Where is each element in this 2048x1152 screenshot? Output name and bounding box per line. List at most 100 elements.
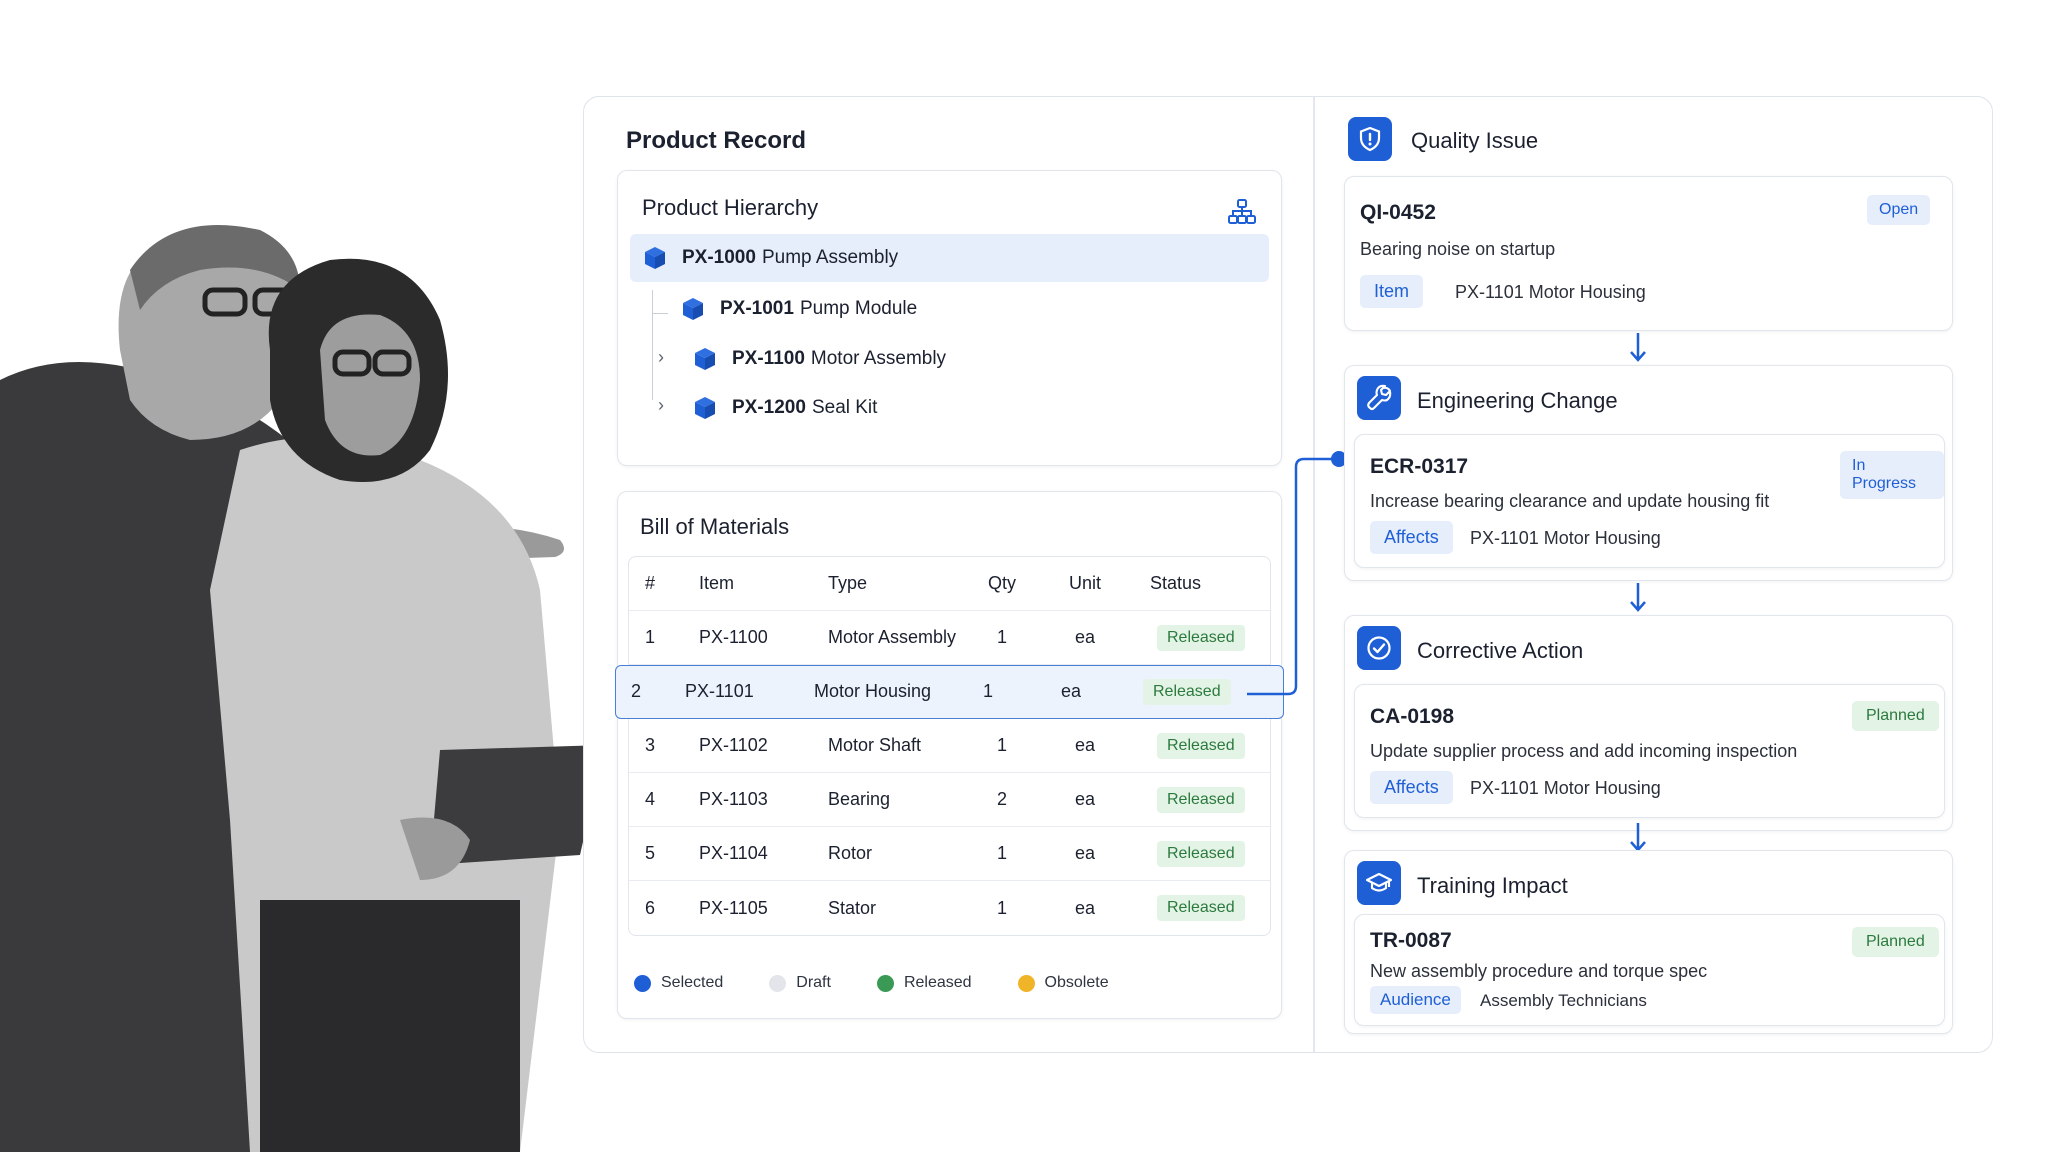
cell-unit: ea: [1074, 627, 1096, 647]
cube-icon: [695, 397, 715, 419]
product-hierarchy-title: Product Hierarchy: [642, 195, 819, 220]
engineering-change-section: Engineering Change ECR-0317 In Progress …: [1344, 365, 1953, 581]
status-badge: Released: [1157, 732, 1245, 759]
col-header-status[interactable]: Status: [1150, 573, 1201, 594]
legend-label: Obsolete: [1044, 974, 1109, 991]
col-header-qty[interactable]: Qty: [987, 573, 1017, 594]
graduation-cap-icon: [1357, 861, 1401, 905]
status-badge-planned: Planned: [1852, 701, 1939, 731]
shield-alert-icon: [1348, 117, 1392, 161]
engineering-change-title: Engineering Change: [1417, 388, 1618, 413]
cell-type: Motor Assembly: [828, 627, 957, 647]
cell-item: PX-1102: [699, 735, 768, 755]
cell-item: PX-1100: [699, 627, 768, 647]
status-badge-planned: Planned: [1852, 927, 1939, 957]
tree-guide-line: [652, 290, 653, 400]
cell-qty: 1: [996, 843, 1007, 863]
cell-qty: 1: [982, 681, 993, 701]
legend-dot: [769, 974, 787, 992]
hierarchy-icon[interactable]: [1228, 199, 1256, 225]
people-photo: [0, 120, 610, 1152]
training-impact-card[interactable]: TR-0087 Planned New assembly procedure a…: [1354, 914, 1945, 1026]
tree-item-code: PX-1200: [732, 397, 806, 418]
col-header-type[interactable]: Type: [828, 573, 867, 594]
tree-item-name: Motor Assembly: [810, 348, 947, 369]
engineering-change-card[interactable]: ECR-0317 In Progress Increase bearing cl…: [1354, 434, 1945, 568]
legend-item-obsolete: Obsolete: [1017, 974, 1109, 992]
legend-item-released: Released: [876, 974, 972, 992]
tree-item-px-1001[interactable]: PX-1001 Pump Module: [680, 285, 917, 333]
status-legend: Selected Draft Released Obsolete: [634, 974, 1155, 992]
status-badge: Released: [1157, 624, 1245, 651]
cell-num: 1: [645, 627, 656, 647]
affects-tag: Affects: [1370, 771, 1453, 804]
cell-unit: ea: [1074, 789, 1096, 809]
cell-type: Motor Housing: [814, 681, 932, 701]
arrow-down-icon: [1630, 823, 1646, 852]
status-badge: Released: [1157, 895, 1245, 921]
col-header-num[interactable]: #: [645, 573, 655, 594]
cell-type: Motor Shaft: [828, 735, 922, 755]
legend-label: Draft: [796, 974, 831, 991]
training-impact-code: TR-0087: [1370, 929, 1452, 952]
cell-qty: 2: [996, 789, 1007, 809]
cell-unit: ea: [1074, 897, 1096, 918]
tree-guide-line: [652, 313, 668, 314]
item-tag-value: PX-1101 Motor Housing: [1455, 282, 1646, 302]
training-impact-section: Training Impact TR-0087 Planned New asse…: [1344, 850, 1953, 1034]
col-header-item[interactable]: Item: [699, 573, 734, 594]
bom-header-row: # Item Type Qty Unit Status: [629, 557, 1270, 611]
table-row[interactable]: 5 PX-1104 Rotor 1 ea Released: [629, 827, 1270, 881]
tree-item-code: PX-1001: [720, 298, 794, 319]
col-header-unit[interactable]: Unit: [1065, 573, 1105, 594]
cell-item: PX-1104: [699, 843, 768, 863]
table-row[interactable]: 1 PX-1100 Motor Assembly 1 ea Released: [629, 611, 1270, 665]
column-divider: [1313, 97, 1315, 1052]
tree-item-px-1200[interactable]: PX-1200 Seal Kit: [692, 384, 877, 432]
cell-num: 6: [645, 897, 656, 918]
table-row[interactable]: 3 PX-1102 Motor Shaft 1 ea Released: [629, 719, 1270, 773]
table-row-selected[interactable]: 2 PX-1101 Motor Housing 1 ea Released: [615, 665, 1284, 719]
cell-num: 5: [645, 843, 656, 863]
wrench-icon: [1357, 376, 1401, 420]
quality-issue-title: Quality Issue: [1411, 128, 1539, 153]
legend-label: Released: [903, 974, 972, 991]
training-impact-title: Training Impact: [1417, 873, 1568, 898]
cell-type: Bearing: [828, 789, 891, 809]
cell-qty: 1: [996, 627, 1007, 647]
cell-type: Rotor: [828, 843, 873, 863]
corrective-action-description: Update supplier process and add incoming…: [1370, 741, 1798, 761]
affects-tag-value: PX-1101 Motor Housing: [1470, 778, 1661, 798]
legend-item-selected: Selected: [634, 974, 723, 992]
table-row[interactable]: 4 PX-1103 Bearing 2 ea Released: [629, 773, 1270, 827]
quality-issue-card[interactable]: QI-0452 Open Bearing noise on startup It…: [1344, 176, 1953, 331]
arrow-down-icon: [1630, 333, 1646, 362]
chevron-right-icon[interactable]: ›: [658, 347, 664, 368]
status-badge-in-progress: In Progress: [1840, 451, 1944, 499]
cell-item: PX-1105: [699, 897, 768, 918]
table-row[interactable]: 6 PX-1105 Stator 1 ea Released: [629, 881, 1270, 935]
audience-tag: Audience: [1370, 986, 1461, 1014]
quality-issue-description: Bearing noise on startup: [1360, 239, 1556, 259]
cube-icon: [683, 298, 703, 320]
chevron-right-icon[interactable]: ›: [658, 395, 664, 416]
status-badge: Released: [1157, 786, 1245, 813]
engineering-change-description: Increase bearing clearance and update ho…: [1370, 491, 1770, 511]
corrective-action-title: Corrective Action: [1417, 638, 1584, 663]
legend-dot: [634, 974, 651, 992]
tree-item-px-1000[interactable]: PX-1000 Pump Assembly: [630, 234, 1269, 282]
bom-table: # Item Type Qty Unit Status 1 PX-1100 Mo…: [615, 556, 1284, 936]
legend-dot: [876, 974, 894, 992]
cell-type: Stator: [828, 897, 877, 918]
affects-tag-value: PX-1101 Motor Housing: [1470, 528, 1661, 548]
cube-icon: [695, 348, 715, 370]
arrow-down-icon: [1630, 583, 1646, 612]
status-badge: Released: [1157, 840, 1245, 867]
bill-of-materials-title: Bill of Materials: [640, 514, 790, 539]
legend-dot: [1017, 974, 1035, 992]
tree-item-px-1100[interactable]: PX-1100 Motor Assembly: [692, 335, 946, 383]
tree-item-code: PX-1000: [682, 247, 756, 268]
legend-label: Selected: [661, 974, 724, 991]
corrective-action-card[interactable]: CA-0198 Planned Update supplier process …: [1354, 684, 1945, 818]
item-tag: Item: [1360, 275, 1424, 308]
